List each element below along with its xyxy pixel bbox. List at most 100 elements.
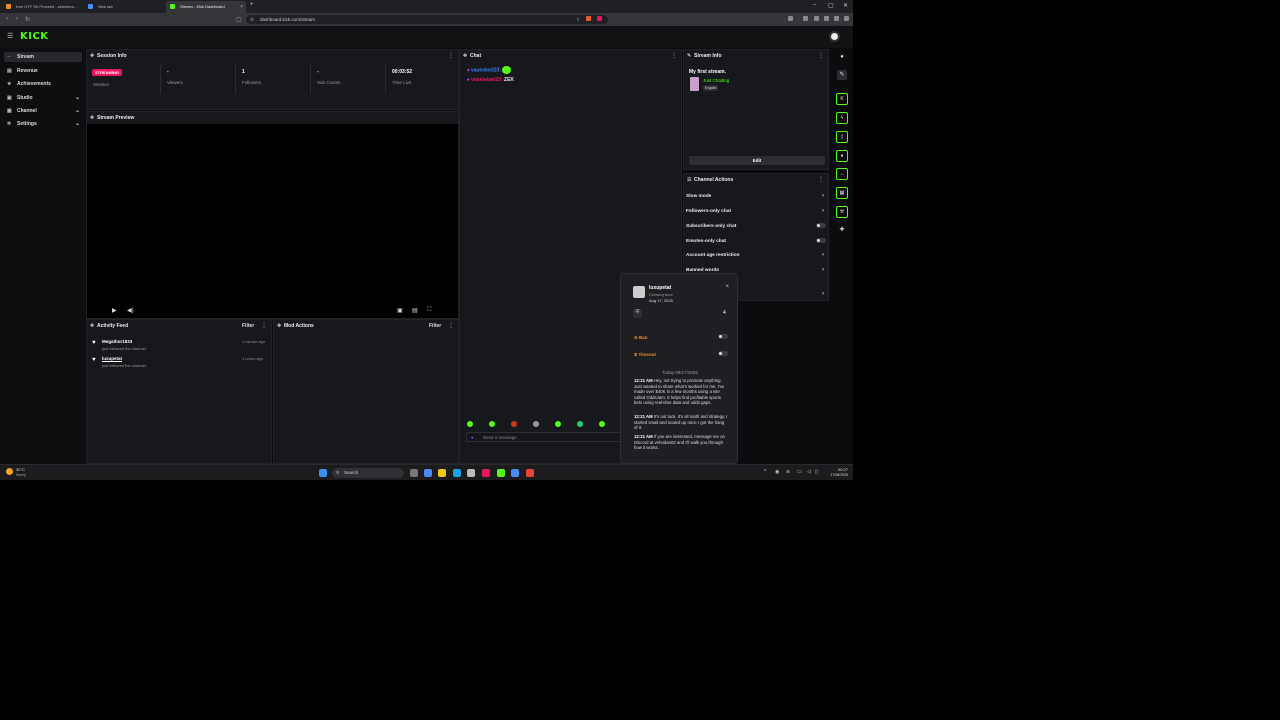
volume-icon[interactable]: ◁ — [807, 469, 811, 475]
move-handle-icon[interactable]: ✥ — [277, 323, 281, 329]
pip-icon[interactable]: ▣ — [397, 307, 403, 314]
wrench-icon[interactable]: ⚒ — [836, 206, 848, 218]
more-options-icon[interactable]: ⋮ — [818, 176, 824, 183]
popup-username[interactable]: luxupetat — [649, 285, 671, 291]
reload-icon[interactable]: ↻ — [25, 16, 30, 23]
chat-message[interactable]: ♦ vabelakari23: ZEK — [467, 77, 514, 83]
wifi-icon[interactable]: ≋ — [786, 469, 790, 475]
subscribers-only-row[interactable]: Subscribers-only chat — [686, 223, 826, 229]
weather-icon[interactable] — [6, 468, 13, 475]
emote-icon[interactable] — [577, 421, 583, 427]
move-handle-icon[interactable]: ✥ — [90, 53, 94, 59]
user-avatar[interactable] — [829, 31, 840, 42]
extension-icon[interactable] — [788, 16, 793, 21]
maximize-button[interactable]: ▢ — [828, 2, 834, 9]
sidebar-item-studio[interactable]: ▣ Studio ⌄ — [4, 93, 82, 103]
more-options-icon[interactable]: ⋮ — [448, 52, 454, 59]
browser-tab[interactable]: New tab — [84, 1, 164, 13]
chat-username[interactable]: vasenko323: — [471, 67, 501, 73]
account-age-row[interactable]: Account age restriction › — [686, 252, 826, 258]
chevron-right-icon[interactable]: › — [822, 267, 824, 273]
fullscreen-icon[interactable]: ⛶ — [427, 307, 431, 314]
sidebar-item-revenue[interactable]: ▤ Revenue — [4, 66, 82, 76]
clock-time[interactable]: 00:27 — [826, 467, 848, 472]
more-options-icon[interactable]: ⋮ — [818, 52, 824, 59]
browser-tab-active[interactable]: Stream - Kick Dashboard × — [166, 1, 246, 13]
follower-name[interactable]: Megathor1833 — [102, 339, 132, 344]
emote-icon[interactable] — [533, 421, 539, 427]
kick-logo[interactable]: KICK — [20, 31, 49, 42]
close-tab-icon[interactable]: × — [240, 4, 243, 10]
tray-icon[interactable]: ◉ — [775, 469, 779, 475]
emote-icon[interactable] — [489, 421, 495, 427]
filter-button[interactable]: Filter — [242, 323, 254, 329]
chevron-down-icon[interactable]: ⌄ — [75, 94, 80, 101]
chat-username[interactable]: vabelakari23: — [471, 77, 503, 83]
chat-bubble-icon[interactable]: ● — [836, 150, 848, 162]
extension-icon[interactable] — [586, 16, 591, 21]
kick-app-icon[interactable] — [497, 469, 505, 477]
play-icon[interactable]: ▶ — [112, 307, 117, 314]
chevron-right-icon[interactable]: › — [822, 291, 824, 297]
timeout-toggle[interactable] — [718, 351, 728, 356]
network-icon[interactable]: ▭ — [797, 469, 802, 475]
more-options-icon[interactable]: ⋮ — [448, 322, 454, 329]
bolt-icon[interactable]: ϟ — [836, 112, 848, 124]
forward-icon[interactable]: › — [16, 16, 18, 22]
chevron-down-icon[interactable]: ⌄ — [75, 107, 80, 114]
dot-icon[interactable]: ● — [837, 52, 847, 62]
emote-icon[interactable] — [555, 421, 561, 427]
sidebar-item-achievements[interactable]: ★ Achievements — [4, 79, 82, 89]
chevron-right-icon[interactable]: › — [822, 252, 824, 258]
profile-icon[interactable] — [834, 16, 839, 21]
extension-icon[interactable] — [597, 16, 602, 21]
share-icon[interactable]: ⇪ — [576, 17, 580, 23]
shield-icon[interactable]: ⛨ — [633, 309, 642, 318]
site-info-icon[interactable]: ⚙ — [250, 17, 254, 23]
emotes-only-toggle[interactable] — [816, 238, 826, 243]
extension-icon[interactable] — [814, 16, 819, 21]
theater-icon[interactable]: ▤ — [412, 307, 418, 314]
puzzle-icon[interactable]: ✚ — [837, 225, 847, 235]
move-handle-icon[interactable]: ✥ — [90, 323, 94, 329]
file-explorer-icon[interactable] — [438, 469, 446, 477]
sidebar-item-settings[interactable]: ✲ Settings ⌄ — [4, 119, 82, 129]
hamburger-menu-icon[interactable]: ☰ — [7, 32, 13, 40]
emote-icon[interactable] — [467, 421, 473, 427]
more-options-icon[interactable]: ⋮ — [261, 322, 267, 329]
chrome-icon[interactable] — [526, 469, 534, 477]
extension-icon[interactable] — [803, 16, 808, 21]
clip-icon[interactable]: ▯ — [836, 131, 848, 143]
battery-icon[interactable]: ▯ — [815, 469, 818, 475]
sidebar-toggle-icon[interactable]: ▢ — [236, 16, 242, 23]
move-handle-icon[interactable]: ✥ — [90, 115, 94, 121]
store-icon[interactable] — [453, 469, 461, 477]
emote-icon[interactable] — [511, 421, 517, 427]
emote-icon[interactable] — [599, 421, 605, 427]
pencil-icon[interactable]: ✎ — [837, 70, 847, 80]
kick-tool-icon[interactable]: K — [836, 93, 848, 105]
subscribers-only-toggle[interactable] — [816, 223, 826, 228]
resize-icon[interactable]: ↔ — [836, 168, 848, 180]
sidebar-item-channel[interactable]: ▦ Channel ⌄ — [4, 106, 82, 116]
minimize-button[interactable]: – — [813, 2, 816, 8]
more-options-icon[interactable]: ⋮ — [671, 52, 677, 59]
back-icon[interactable]: ‹ — [6, 16, 8, 22]
windows-start-icon[interactable] — [319, 469, 327, 477]
chevron-down-icon[interactable]: ⌄ — [75, 120, 80, 127]
taskbar-search[interactable]: ⚲ Search — [332, 468, 404, 478]
chevron-right-icon[interactable]: › — [822, 208, 824, 214]
tray-chevron-icon[interactable]: ^ — [764, 469, 766, 475]
ban-toggle[interactable] — [718, 334, 728, 339]
url-bar[interactable]: ⚙ dashboard.kick.com/stream ⇪ ☆ — [246, 15, 608, 24]
followers-only-row[interactable]: Followers-only chat › — [686, 208, 826, 214]
category-name[interactable]: Just Chatting — [703, 78, 729, 83]
close-window-button[interactable]: ✕ — [843, 2, 848, 9]
browser-tab[interactable]: Kee OTF Sh Proceed - selenium... — [2, 1, 82, 13]
ban-row[interactable]: ⊘ Ban — [634, 334, 728, 341]
task-view-icon[interactable] — [410, 469, 418, 477]
app-icon[interactable] — [511, 469, 519, 477]
clock-date[interactable]: 17/08/2025 — [826, 473, 848, 477]
brave-icon[interactable] — [482, 469, 490, 477]
follower-name[interactable]: luxupetat — [102, 356, 122, 361]
